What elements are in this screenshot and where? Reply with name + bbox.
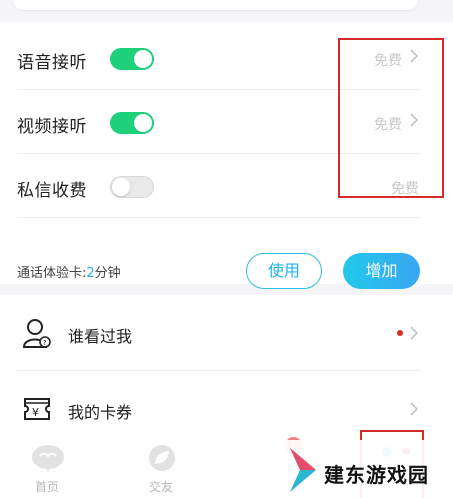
notification-dot <box>397 330 403 336</box>
message-charge-label: 私信收费 <box>17 181 87 201</box>
chevron-right-icon[interactable] <box>409 325 419 345</box>
tab-friends[interactable]: 交友 <box>116 433 206 498</box>
tab-home[interactable]: 首页 <box>2 433 92 498</box>
trial-card-unit: 分钟 <box>94 266 121 281</box>
coupon-icon: ¥ <box>22 395 52 427</box>
leaf-icon <box>149 445 175 471</box>
video-answer-label: 视频接听 <box>17 117 87 137</box>
watermark-text: 建东游戏园 <box>324 463 429 487</box>
chevron-right-icon[interactable] <box>409 401 419 421</box>
trial-card-prefix: 通话体验卡: <box>17 266 87 281</box>
visitor-icon: ? <box>22 317 52 353</box>
trial-card-text: 通话体验卡:2分钟 <box>17 262 121 281</box>
menu-item-label: 我的卡券 <box>68 403 133 422</box>
divider <box>17 217 421 218</box>
voice-answer-label: 语音接听 <box>17 53 87 73</box>
highlight-box <box>338 38 444 198</box>
message-charge-toggle[interactable] <box>110 176 154 198</box>
toggle-knob <box>112 178 130 196</box>
menu-list: ? 谁看过我 ¥ 我的卡券 <box>0 295 453 445</box>
home-icon <box>32 445 64 472</box>
svg-text:?: ? <box>43 339 47 347</box>
trial-card-minutes: 2 <box>86 266 95 281</box>
top-card <box>13 0 418 10</box>
video-answer-toggle[interactable] <box>110 112 154 134</box>
toggle-knob <box>134 50 152 68</box>
svg-text:¥: ¥ <box>32 406 39 419</box>
tab-friends-label: 交友 <box>148 480 173 494</box>
tab-home-label: 首页 <box>34 480 59 494</box>
watermark-logo <box>290 448 316 492</box>
add-button[interactable]: 增加 <box>343 253 420 289</box>
menu-item-visitors[interactable]: ? 谁看过我 <box>0 295 453 371</box>
voice-answer-toggle[interactable] <box>110 48 154 70</box>
watermark: 建东游戏园 <box>266 440 453 498</box>
toggle-knob <box>134 114 152 132</box>
menu-item-label: 谁看过我 <box>68 327 133 346</box>
use-button[interactable]: 使用 <box>246 253 322 289</box>
